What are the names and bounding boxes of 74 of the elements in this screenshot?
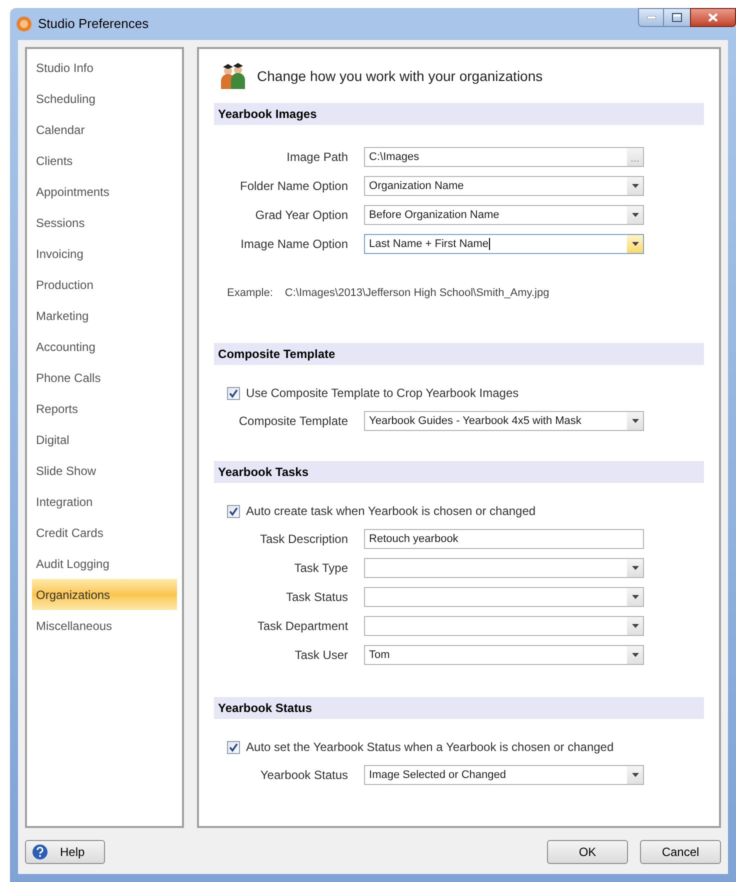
sidebar-item[interactable]: Phone Calls bbox=[32, 362, 178, 393]
checkbox[interactable] bbox=[227, 504, 240, 518]
field-label: Composite Template bbox=[238, 413, 350, 430]
sidebar-item[interactable]: Scheduling bbox=[32, 83, 178, 114]
field-label: Task Department bbox=[256, 618, 350, 635]
help-label: Help bbox=[60, 844, 85, 861]
sidebar-item[interactable]: Audit Logging bbox=[32, 548, 178, 579]
field-label: Image Name Option bbox=[240, 236, 350, 253]
sidebar-item[interactable]: Digital bbox=[32, 424, 178, 455]
sidebar-item[interactable]: Slide Show bbox=[32, 455, 178, 486]
field-value: Organization Name bbox=[368, 178, 465, 194]
field-label: Task Type bbox=[293, 560, 350, 577]
maximize-button[interactable] bbox=[664, 8, 690, 27]
dropdown[interactable]: Last Name + First Name bbox=[364, 234, 644, 254]
dropdown[interactable]: Yearbook Guides - Yearbook 4x5 with Mask bbox=[364, 411, 644, 431]
field-value: Last Name + First Name bbox=[368, 236, 491, 252]
sidebar-item[interactable]: Reports bbox=[32, 393, 178, 424]
close-button[interactable] bbox=[690, 8, 736, 27]
ok-button[interactable]: OK bbox=[547, 840, 628, 864]
field-label: Grad Year Option bbox=[254, 207, 350, 224]
field-label: Task Status bbox=[285, 589, 350, 606]
sidebar-item[interactable]: Studio Info bbox=[32, 52, 178, 83]
dropdown[interactable]: Image Selected or Changed bbox=[364, 765, 644, 785]
field-label: Task User bbox=[294, 647, 350, 664]
sidebar-item[interactable]: Credit Cards bbox=[32, 517, 178, 548]
help-button[interactable]: Help bbox=[25, 840, 105, 864]
example-label: Example: bbox=[227, 286, 273, 301]
section-header: Yearbook Tasks bbox=[214, 461, 704, 483]
sidebar-item[interactable]: Production bbox=[32, 269, 178, 300]
sidebar-item[interactable]: Sessions bbox=[32, 207, 178, 238]
field-value: Image Selected or Changed bbox=[368, 768, 508, 783]
field-value: Tom bbox=[368, 648, 391, 663]
field-value: Retouch yearbook bbox=[368, 532, 460, 547]
field-value: Yearbook Guides - Yearbook 4x5 with Mask bbox=[368, 414, 582, 429]
dropdown[interactable]: Before Organization Name bbox=[364, 205, 644, 225]
sidebar-item[interactable]: Appointments bbox=[32, 176, 178, 207]
field-value: C:\Images bbox=[368, 150, 420, 165]
checkbox-label: Auto create task when Yearbook is chosen or changed bbox=[246, 503, 536, 520]
sidebar-item[interactable]: Calendar bbox=[32, 114, 178, 145]
sidebar-item[interactable]: Clients bbox=[32, 145, 178, 176]
dropdown[interactable]: Organization Name bbox=[364, 176, 644, 196]
field-label: Yearbook Status bbox=[259, 767, 350, 784]
panel-heading: Change how you work with your organizations bbox=[257, 66, 543, 86]
example-path: C:\Images\2013\Jefferson High School\Smith_Amy.jpg bbox=[284, 286, 550, 301]
cancel-button[interactable]: Cancel bbox=[640, 840, 721, 864]
minimize-button[interactable] bbox=[638, 8, 664, 27]
field-label: Folder Name Option bbox=[238, 178, 350, 195]
section-header: Composite Template bbox=[214, 343, 704, 365]
sidebar-item[interactable]: Marketing bbox=[32, 300, 178, 331]
app-icon bbox=[16, 16, 32, 32]
field-value: Before Organization Name bbox=[368, 208, 500, 223]
help-icon bbox=[32, 844, 48, 860]
checkbox[interactable] bbox=[227, 386, 240, 400]
sidebar-item[interactable]: Invoicing bbox=[32, 238, 178, 269]
section-header: Yearbook Images bbox=[214, 103, 704, 125]
close-icon bbox=[708, 13, 718, 22]
sidebar-item[interactable]: Integration bbox=[32, 486, 178, 517]
field-label: Task Description bbox=[259, 531, 350, 548]
graduates-icon bbox=[219, 62, 248, 90]
sidebar-item[interactable]: Miscellaneous bbox=[32, 610, 178, 641]
sidebar-item[interactable]: Accounting bbox=[32, 331, 178, 362]
field-label: Image Path bbox=[286, 149, 350, 166]
input-field[interactable]: Retouch yearbook bbox=[364, 529, 644, 549]
maximize-icon bbox=[672, 13, 682, 22]
checkbox-label: Auto set the Yearbook Status when a Yearbook is chosen or changed bbox=[246, 739, 614, 756]
checkbox[interactable] bbox=[227, 740, 240, 754]
dropdown[interactable]: Tom bbox=[364, 645, 644, 665]
minimize-icon bbox=[646, 16, 656, 19]
sidebar-item[interactable]: Organizations bbox=[32, 579, 178, 610]
checkbox-label: Use Composite Template to Crop Yearbook Images bbox=[246, 385, 519, 402]
browse-dots-icon[interactable] bbox=[627, 148, 644, 166]
window-title: Studio Preferences bbox=[38, 15, 149, 34]
path-field[interactable]: C:\Images bbox=[364, 147, 644, 167]
section-header: Yearbook Status bbox=[214, 697, 704, 719]
